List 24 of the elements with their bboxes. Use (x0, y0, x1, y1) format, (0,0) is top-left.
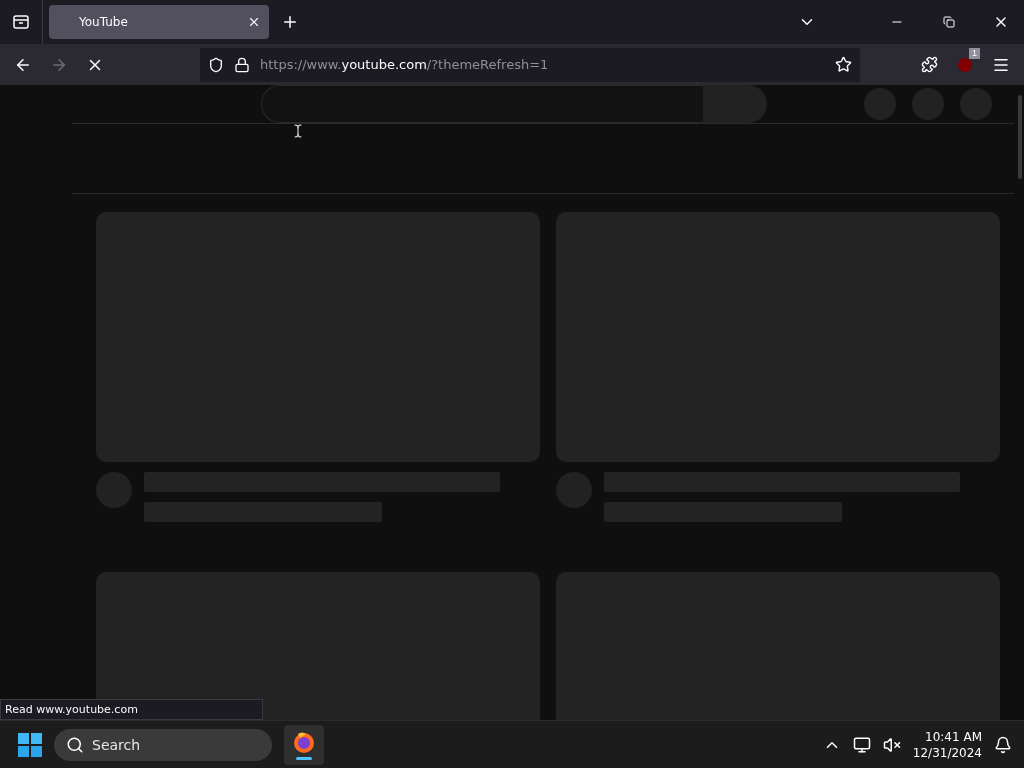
shield-icon[interactable] (208, 56, 224, 73)
tab-list-icon (12, 13, 30, 31)
muted-speaker-icon[interactable] (882, 735, 901, 754)
network-icon[interactable] (852, 735, 871, 754)
restore-icon (943, 16, 955, 28)
url-text: https://www.youtube.com/?themeRefresh=1 (260, 57, 550, 72)
lock-icon[interactable] (234, 56, 250, 73)
clock-time[interactable]: 10:41 AM (925, 728, 982, 745)
notification-bell-icon[interactable] (994, 735, 1012, 754)
scrollbar-thumb[interactable] (1018, 95, 1022, 179)
plus-icon (281, 13, 299, 31)
windows-icon[interactable] (18, 732, 42, 757)
address-bar[interactable]: https://www.youtube.com/?themeRefresh=1 (200, 47, 860, 82)
taskbar-search-field[interactable]: Search (54, 728, 272, 761)
clock-date[interactable]: 12/31/2024 (912, 744, 982, 761)
close-tab-icon[interactable] (247, 15, 261, 29)
tab-title: YouTube (79, 15, 128, 29)
shield-extension-icon (957, 56, 973, 73)
taskbar-app-button[interactable] (284, 724, 324, 765)
bookmark-star-icon[interactable] (835, 56, 852, 73)
status-text: Read www.youtube.com (0, 699, 263, 720)
count-badge: 1 (969, 47, 980, 59)
browser-tab[interactable]: YouTube (49, 5, 269, 39)
puzzle-icon (920, 56, 938, 73)
